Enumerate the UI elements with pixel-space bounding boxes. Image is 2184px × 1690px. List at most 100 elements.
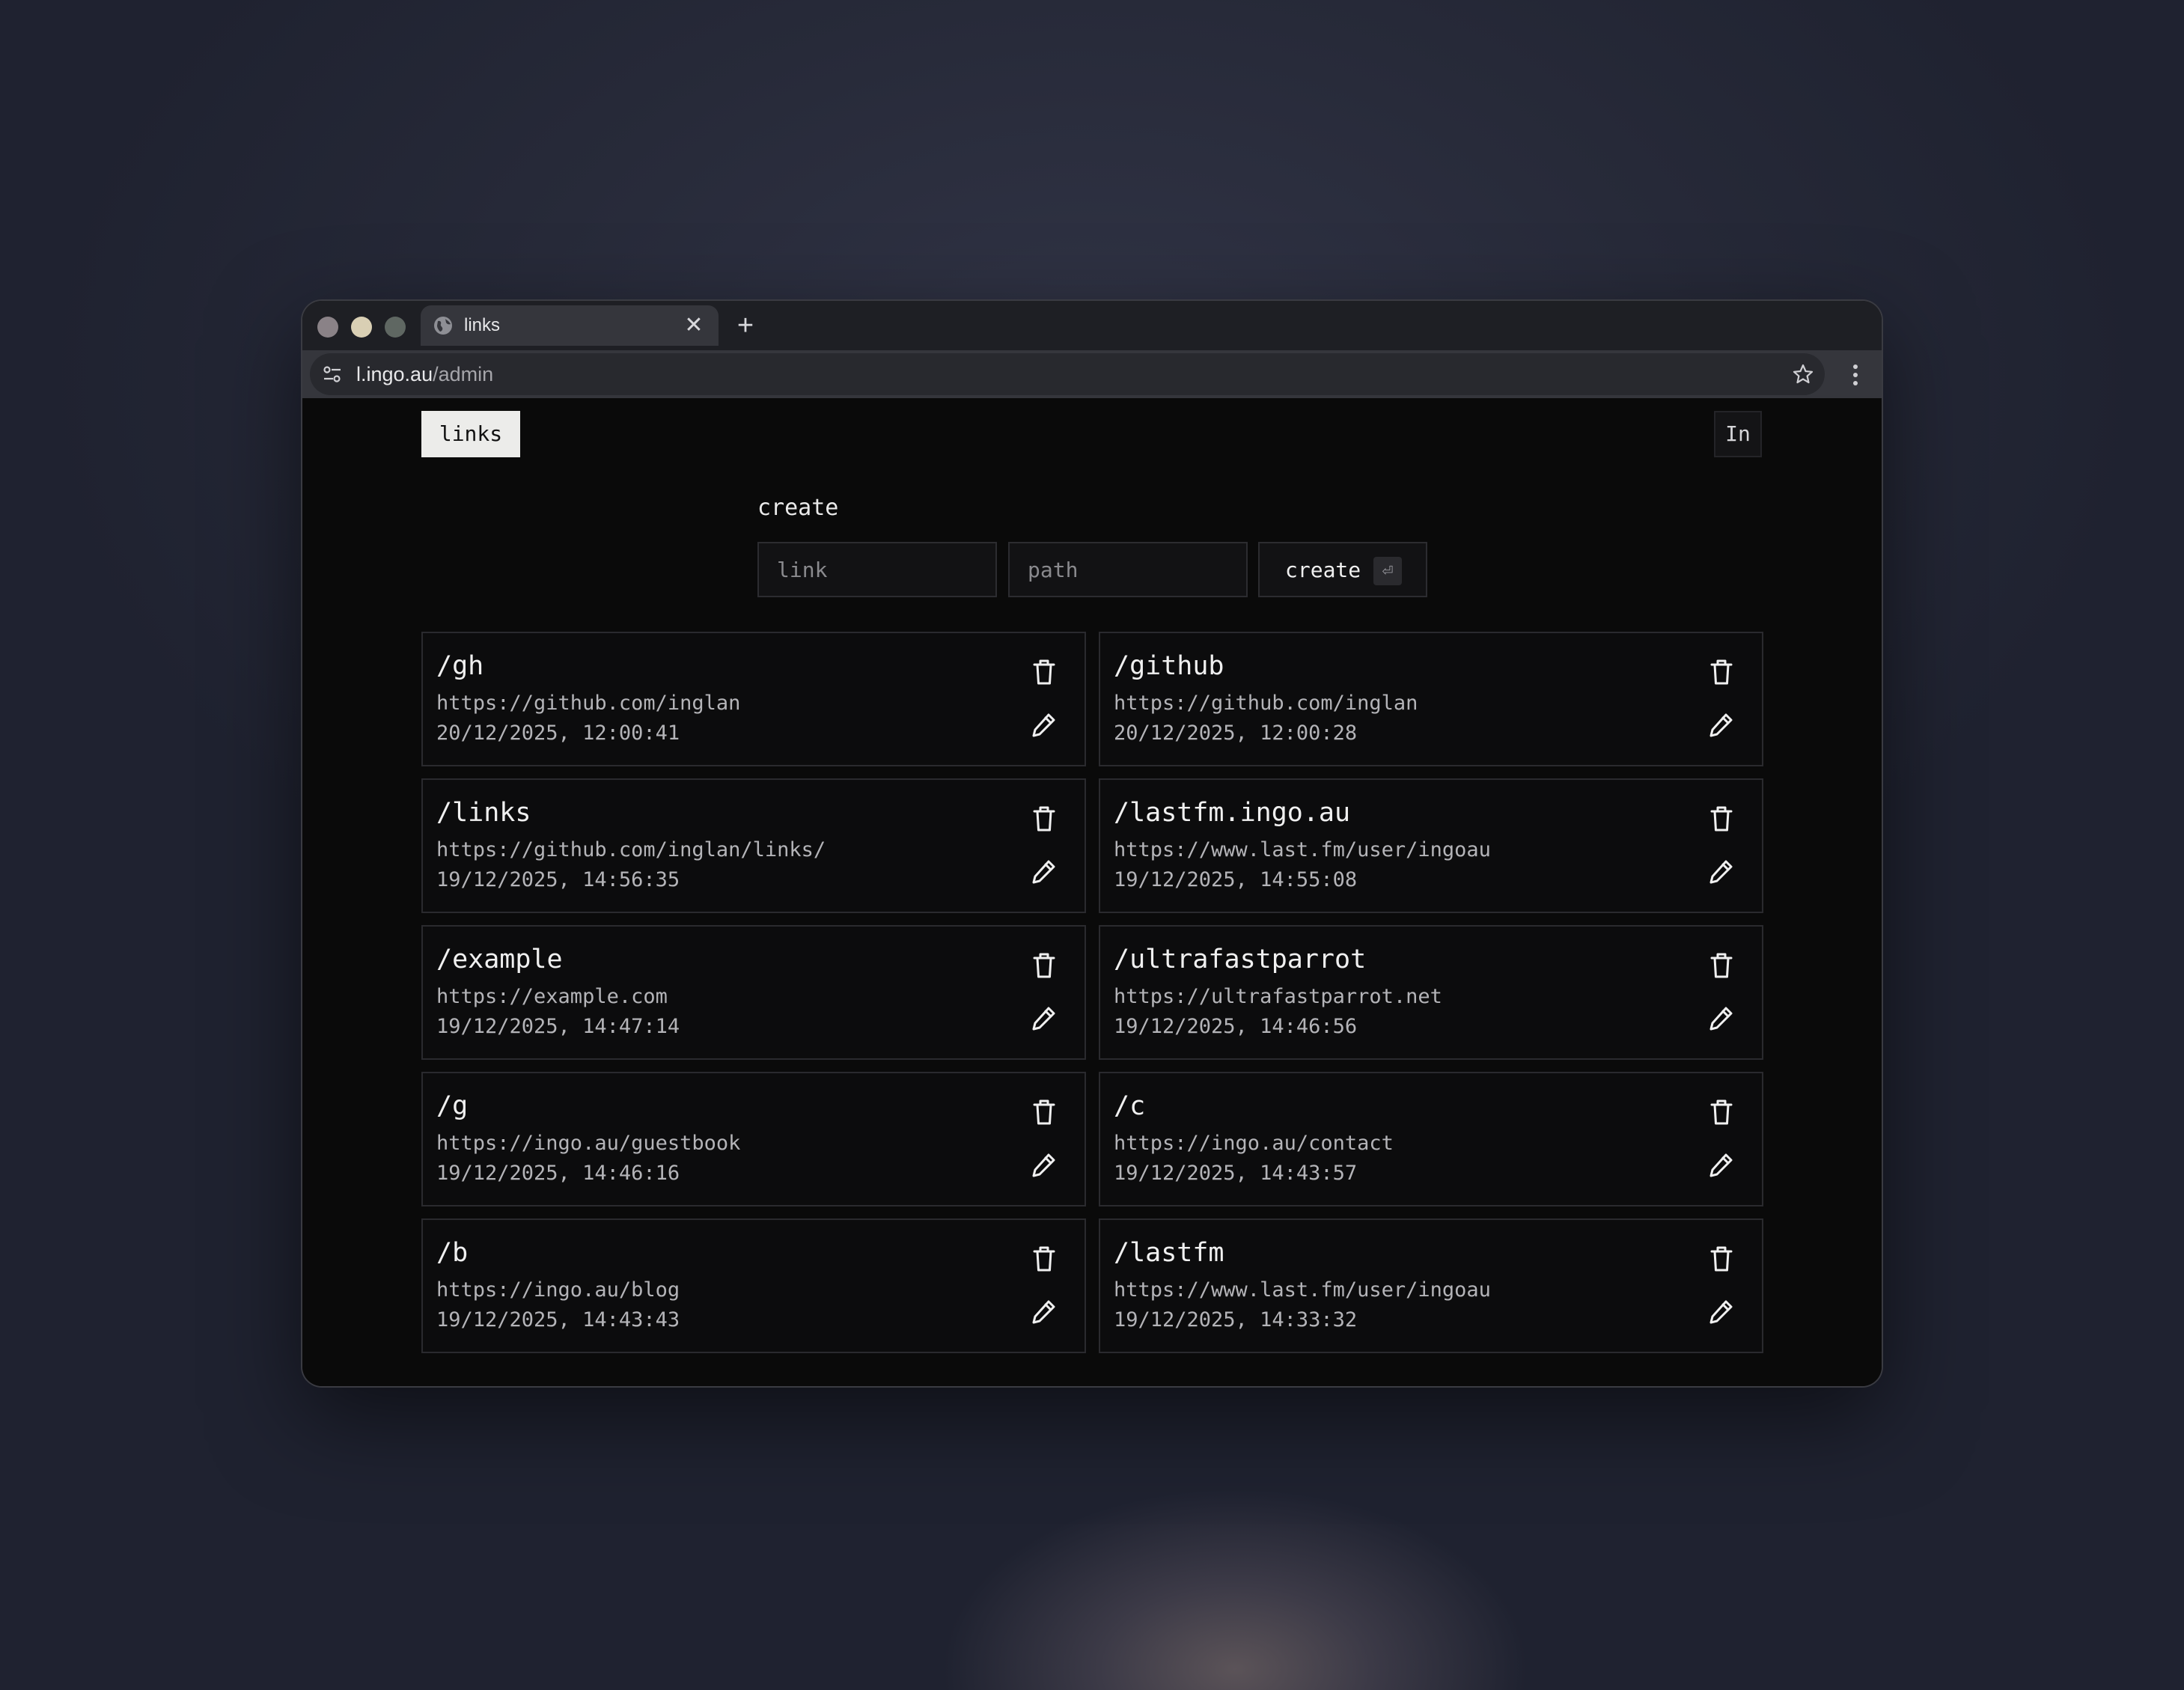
link-card: /lastfm https://www.last.fm/user/ingoau …	[1099, 1218, 1763, 1353]
brand-link[interactable]: links	[421, 411, 520, 457]
link-date: 19/12/2025, 14:33:32	[1114, 1308, 1358, 1331]
tab-bar: links ✕ +	[302, 301, 1882, 350]
link-card: /g https://ingo.au/guestbook 19/12/2025,…	[421, 1072, 1086, 1207]
link-url: https://ingo.au/blog	[436, 1278, 680, 1302]
trash-icon	[1710, 1099, 1733, 1125]
link-card: /github https://github.com/inglan 20/12/…	[1099, 632, 1763, 766]
pencil-icon	[1709, 713, 1733, 737]
tab-title: links	[464, 315, 501, 335]
edit-button[interactable]	[1708, 1151, 1735, 1178]
link-url: https://ingo.au/guestbook	[436, 1132, 741, 1155]
pencil-icon	[1032, 860, 1055, 884]
edit-button[interactable]	[1708, 1004, 1735, 1031]
link-url: https://ultrafastparrot.net	[1114, 985, 1442, 1008]
link-path: /lastfm.ingo.au	[1114, 798, 1351, 828]
link-path: /github	[1114, 651, 1224, 681]
browser-tab[interactable]: links ✕	[421, 305, 719, 346]
trash-icon	[1033, 659, 1055, 685]
link-date: 19/12/2025, 14:43:57	[1114, 1162, 1358, 1185]
url-text[interactable]: l.ingo.au/admin	[356, 362, 493, 386]
link-card: /b https://ingo.au/blog 19/12/2025, 14:4…	[421, 1218, 1086, 1353]
link-input[interactable]	[757, 542, 997, 597]
trash-icon	[1710, 806, 1733, 832]
link-card: /ultrafastparrot https://ultrafastparrot…	[1099, 925, 1763, 1060]
edit-button[interactable]	[1031, 858, 1058, 885]
trash-icon	[1710, 659, 1733, 685]
link-card: /gh https://github.com/inglan 20/12/2025…	[421, 632, 1086, 766]
link-url: https://github.com/inglan/links/	[436, 838, 826, 861]
page-content: links In create create ⏎ /gh https://git…	[302, 398, 1882, 1386]
pencil-icon	[1709, 1153, 1733, 1177]
link-url: https://github.com/inglan	[436, 692, 741, 715]
link-date: 19/12/2025, 14:56:35	[436, 868, 680, 891]
address-bar[interactable]: l.ingo.au/admin	[310, 353, 1825, 395]
edit-button[interactable]	[1708, 711, 1735, 738]
pencil-icon	[1709, 1007, 1733, 1031]
link-date: 19/12/2025, 14:55:08	[1114, 868, 1358, 891]
edit-button[interactable]	[1708, 858, 1735, 885]
trash-icon	[1033, 1099, 1055, 1125]
close-icon[interactable]: ✕	[681, 313, 707, 338]
link-path: /b	[436, 1238, 469, 1268]
link-date: 19/12/2025, 14:46:16	[436, 1162, 680, 1185]
link-card: /links https://github.com/inglan/links/ …	[421, 778, 1086, 913]
trash-icon	[1033, 806, 1055, 832]
delete-button[interactable]	[1708, 804, 1735, 834]
delete-button[interactable]	[1708, 951, 1735, 980]
edit-button[interactable]	[1031, 1151, 1058, 1178]
link-date: 19/12/2025, 14:47:14	[436, 1015, 680, 1038]
language-button[interactable]: In	[1714, 411, 1762, 457]
star-icon[interactable]	[1792, 363, 1814, 385]
link-date: 20/12/2025, 12:00:41	[436, 722, 680, 745]
link-url: https://example.com	[436, 985, 668, 1008]
pencil-icon	[1709, 860, 1733, 884]
create-button[interactable]: create ⏎	[1258, 542, 1427, 597]
trash-icon	[1710, 953, 1733, 978]
delete-button[interactable]	[1031, 657, 1058, 687]
link-url: https://github.com/inglan	[1114, 692, 1418, 715]
link-path: /example	[436, 945, 563, 974]
delete-button[interactable]	[1708, 1244, 1735, 1274]
plus-icon[interactable]: +	[730, 311, 760, 341]
enter-key-icon: ⏎	[1373, 557, 1402, 585]
delete-button[interactable]	[1031, 1097, 1058, 1127]
pencil-icon	[1709, 1300, 1733, 1324]
link-path: /lastfm	[1114, 1238, 1224, 1268]
close-window-button[interactable]	[317, 317, 338, 338]
edit-button[interactable]	[1031, 711, 1058, 738]
link-url: https://www.last.fm/user/ingoau	[1114, 838, 1491, 861]
pencil-icon	[1032, 1300, 1055, 1324]
minimize-window-button[interactable]	[351, 317, 372, 338]
link-date: 19/12/2025, 14:43:43	[436, 1308, 680, 1331]
link-date: 20/12/2025, 12:00:28	[1114, 722, 1358, 745]
more-vert-icon[interactable]	[1844, 362, 1867, 388]
link-card: /example https://example.com 19/12/2025,…	[421, 925, 1086, 1060]
url-host: l.ingo.au	[356, 363, 433, 385]
globe-icon	[433, 315, 454, 336]
browser-window: links ✕ + l.ingo.au/admin links In creat…	[302, 301, 1882, 1386]
delete-button[interactable]	[1031, 951, 1058, 980]
trash-icon	[1710, 1246, 1733, 1272]
link-date: 19/12/2025, 14:46:56	[1114, 1015, 1358, 1038]
pencil-icon	[1032, 713, 1055, 737]
link-path: /links	[436, 798, 531, 828]
link-path: /gh	[436, 651, 484, 681]
pencil-icon	[1032, 1007, 1055, 1031]
pencil-icon	[1032, 1153, 1055, 1177]
delete-button[interactable]	[1708, 657, 1735, 687]
maximize-window-button[interactable]	[385, 317, 406, 338]
url-path: /admin	[433, 363, 494, 385]
link-card: /lastfm.ingo.au https://www.last.fm/user…	[1099, 778, 1763, 913]
link-url: https://www.last.fm/user/ingoau	[1114, 1278, 1491, 1302]
create-button-label: create	[1285, 558, 1361, 582]
delete-button[interactable]	[1031, 804, 1058, 834]
tune-icon[interactable]	[322, 364, 343, 385]
edit-button[interactable]	[1031, 1298, 1058, 1325]
create-heading: create	[757, 495, 839, 521]
path-input[interactable]	[1008, 542, 1248, 597]
edit-button[interactable]	[1031, 1004, 1058, 1031]
delete-button[interactable]	[1031, 1244, 1058, 1274]
link-path: /ultrafastparrot	[1114, 945, 1367, 974]
delete-button[interactable]	[1708, 1097, 1735, 1127]
edit-button[interactable]	[1708, 1298, 1735, 1325]
